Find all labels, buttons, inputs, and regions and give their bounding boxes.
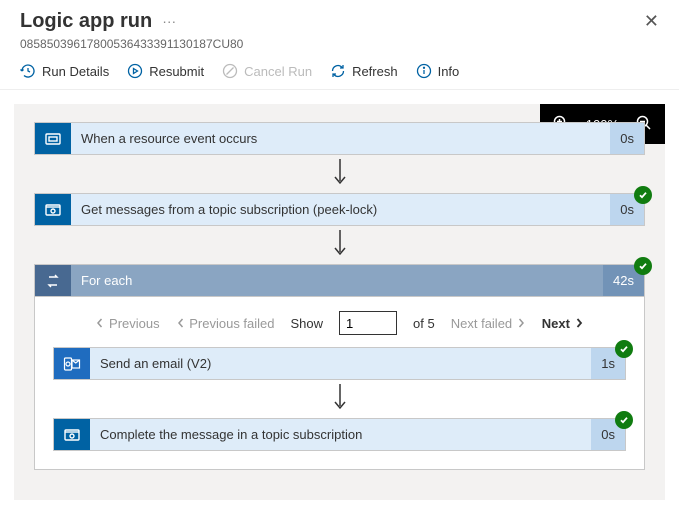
pager-previous-failed[interactable]: Previous failed — [176, 316, 275, 331]
info-label: Info — [438, 64, 460, 79]
step-complete-message[interactable]: Complete the message in a topic subscrip… — [53, 418, 626, 451]
designer-canvas[interactable]: When a resource event occurs 0s Get mess… — [14, 104, 665, 500]
resubmit-icon — [127, 63, 143, 79]
step-send-email[interactable]: Send an email (V2) 1s — [53, 347, 626, 380]
info-button[interactable]: Info — [416, 63, 460, 79]
info-icon — [416, 63, 432, 79]
foreach-body: Previous Previous failed Show of 5 Next … — [34, 297, 645, 470]
step-trigger-duration: 0s — [610, 123, 644, 154]
history-icon — [20, 63, 36, 79]
iteration-pager: Previous Previous failed Show of 5 Next … — [53, 311, 626, 335]
run-details-button[interactable]: Run Details — [20, 63, 109, 79]
refresh-label: Refresh — [352, 64, 398, 79]
service-bus-icon — [35, 194, 71, 225]
pager-next-failed[interactable]: Next failed — [451, 316, 526, 331]
step-foreach-title: For each — [71, 265, 603, 296]
loop-icon — [35, 265, 71, 296]
arrow-icon — [330, 384, 350, 414]
service-bus-icon — [54, 419, 90, 450]
toolbar: Run Details Resubmit Cancel Run Refresh — [0, 51, 679, 90]
pager-previous[interactable]: Previous — [95, 316, 159, 331]
step-complete-message-title: Complete the message in a topic subscrip… — [90, 419, 591, 450]
step-trigger[interactable]: When a resource event occurs 0s — [34, 122, 645, 155]
step-trigger-title: When a resource event occurs — [71, 123, 610, 154]
step-get-messages-title: Get messages from a topic subscription (… — [71, 194, 610, 225]
check-icon — [615, 411, 633, 429]
check-icon — [615, 340, 633, 358]
arrow-icon — [330, 230, 350, 260]
pager-current-input[interactable] — [339, 311, 397, 335]
check-icon — [634, 186, 652, 204]
cancel-run-button: Cancel Run — [222, 63, 312, 79]
step-foreach[interactable]: For each 42s — [34, 264, 645, 297]
resubmit-label: Resubmit — [149, 64, 204, 79]
event-grid-icon — [35, 123, 71, 154]
cancel-run-label: Cancel Run — [244, 64, 312, 79]
step-send-email-title: Send an email (V2) — [90, 348, 591, 379]
close-button[interactable]: ✕ — [644, 10, 659, 32]
run-id: 0858503961780053643339113018​7CU80 — [0, 37, 679, 51]
pager-total: of 5 — [413, 316, 435, 331]
step-get-messages[interactable]: Get messages from a topic subscription (… — [34, 193, 645, 226]
cancel-icon — [222, 63, 238, 79]
pager-next[interactable]: Next — [542, 316, 584, 331]
refresh-icon — [330, 63, 346, 79]
arrow-icon — [330, 159, 350, 189]
more-menu[interactable]: ··· — [162, 10, 176, 32]
refresh-button[interactable]: Refresh — [330, 63, 398, 79]
page-title: Logic app run — [20, 10, 152, 33]
resubmit-button[interactable]: Resubmit — [127, 63, 204, 79]
pager-show-label: Show — [291, 316, 324, 331]
outlook-icon — [54, 348, 90, 379]
check-icon — [634, 257, 652, 275]
run-details-label: Run Details — [42, 64, 109, 79]
